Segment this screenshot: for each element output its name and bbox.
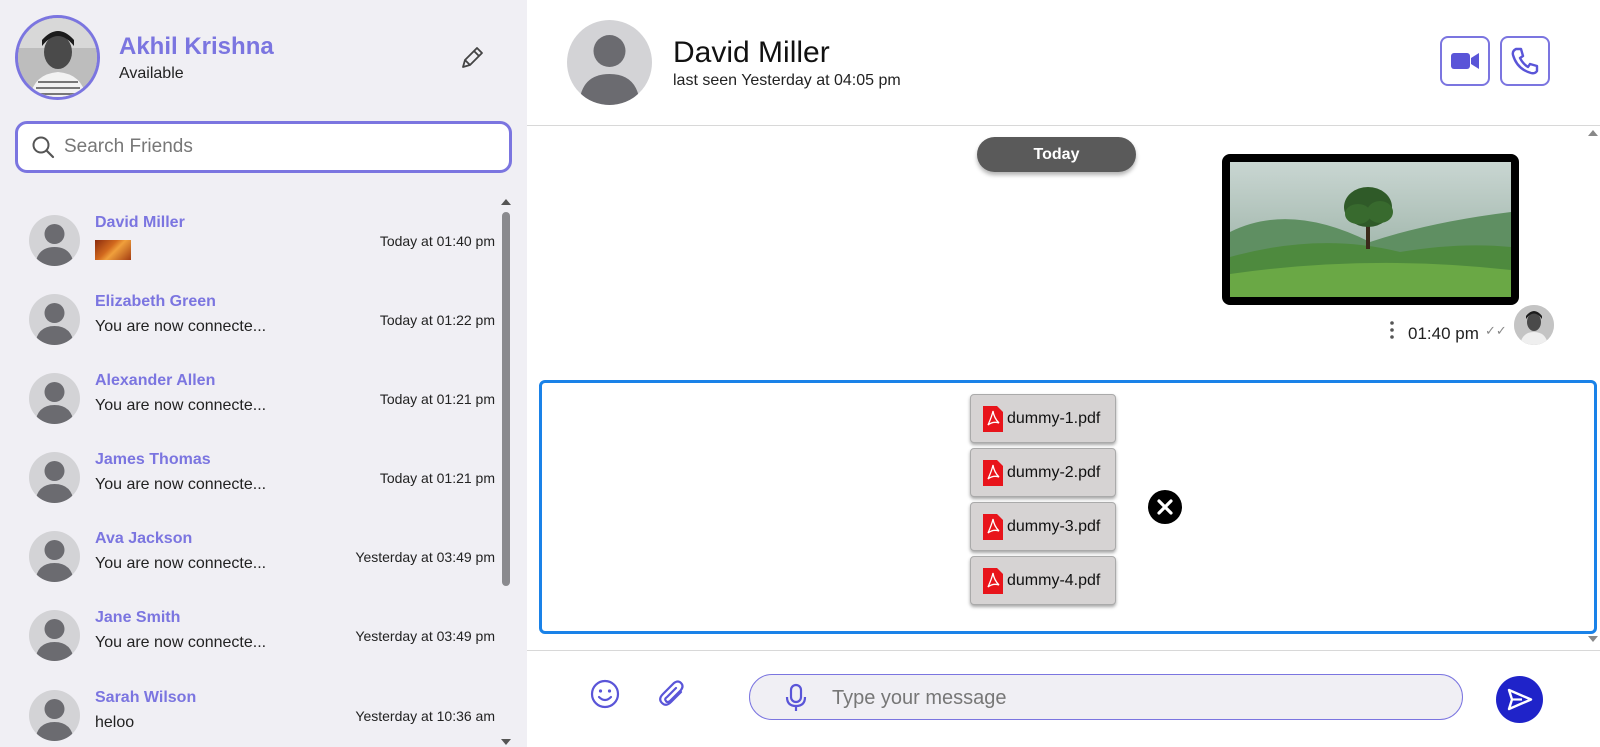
image-message[interactable] bbox=[1222, 154, 1519, 305]
friend-time: Today at 01:21 pm bbox=[379, 391, 495, 407]
avatar bbox=[29, 690, 80, 741]
kebab-icon[interactable] bbox=[1387, 320, 1397, 340]
phone-icon bbox=[1502, 47, 1548, 88]
attachment-file[interactable]: dummy-3.pdf bbox=[970, 502, 1116, 551]
chat-header: David Miller last seen Yesterday at 04:0… bbox=[527, 0, 1600, 126]
user-status: Available bbox=[119, 65, 184, 82]
friend-name: Alexander Allen bbox=[95, 372, 216, 389]
scroll-down-arrow[interactable] bbox=[501, 739, 511, 745]
search-box bbox=[15, 121, 512, 173]
close-icon[interactable] bbox=[1148, 490, 1182, 524]
friend-last-message: You are now connecte... bbox=[95, 634, 267, 651]
avatar bbox=[29, 215, 80, 266]
friend-time: Yesterday at 03:49 pm bbox=[355, 628, 495, 644]
friend-time: Yesterday at 10:36 am bbox=[355, 708, 495, 724]
friend-name: Jane Smith bbox=[95, 609, 181, 626]
friend-last-message: You are now connecte... bbox=[95, 397, 267, 414]
attachment-filename: dummy-1.pdf bbox=[1007, 410, 1101, 427]
avatar bbox=[29, 294, 80, 345]
list-item[interactable]: Alexander Allen You are now connecte... … bbox=[15, 358, 495, 436]
attachment-file[interactable]: dummy-4.pdf bbox=[970, 556, 1116, 605]
attachment-filename: dummy-2.pdf bbox=[1007, 464, 1101, 481]
friend-last-message: You are now connecte... bbox=[95, 476, 267, 493]
pdf-icon bbox=[983, 460, 1003, 486]
search-icon bbox=[30, 134, 56, 160]
friend-name: Sarah Wilson bbox=[95, 689, 197, 706]
pdf-icon bbox=[983, 406, 1003, 432]
message-box bbox=[749, 674, 1463, 720]
friend-time: Today at 01:40 pm bbox=[379, 233, 495, 249]
friend-time: Today at 01:22 pm bbox=[379, 312, 495, 328]
scroll-up-arrow[interactable] bbox=[501, 199, 511, 205]
chat-scroll-down-arrow[interactable] bbox=[1588, 636, 1598, 642]
list-item[interactable]: James Thomas You are now connecte... Tod… bbox=[15, 437, 495, 515]
friend-name: James Thomas bbox=[95, 451, 211, 468]
list-item[interactable]: David Miller Today at 01:40 pm bbox=[15, 200, 495, 278]
message-input[interactable] bbox=[832, 683, 1432, 713]
send-button[interactable] bbox=[1496, 676, 1543, 723]
date-divider: Today bbox=[977, 137, 1136, 172]
attachment-file[interactable]: dummy-2.pdf bbox=[970, 448, 1116, 497]
friend-last-message: You are now connecte... bbox=[95, 318, 267, 335]
friend-time: Today at 01:21 pm bbox=[379, 470, 495, 486]
smiley-icon[interactable] bbox=[589, 678, 621, 710]
pdf-icon bbox=[983, 568, 1003, 594]
voice-call-button[interactable] bbox=[1500, 36, 1550, 86]
friends-list: David Miller Today at 01:40 pm Elizabeth… bbox=[15, 200, 498, 747]
contact-avatar[interactable] bbox=[567, 20, 652, 105]
friend-last-message: You are now connecte... bbox=[95, 555, 267, 572]
contact-name: David Miller bbox=[673, 36, 830, 69]
user-name: Akhil Krishna bbox=[119, 33, 274, 60]
chat-scroll-up-arrow[interactable] bbox=[1588, 130, 1598, 136]
sidebar: Akhil Krishna Available Search Friends D… bbox=[0, 0, 527, 747]
search-input[interactable] bbox=[64, 132, 494, 162]
scroll-thumb[interactable] bbox=[502, 212, 510, 586]
avatar bbox=[29, 531, 80, 582]
pdf-icon bbox=[983, 514, 1003, 540]
friends-scrollbar[interactable] bbox=[500, 196, 512, 747]
attachment-filename: dummy-3.pdf bbox=[1007, 518, 1101, 535]
friend-name: David Miller bbox=[95, 214, 185, 231]
avatar bbox=[29, 452, 80, 503]
paperclip-icon[interactable] bbox=[657, 678, 689, 710]
video-camera-icon bbox=[1442, 53, 1488, 88]
user-profile: Akhil Krishna Available bbox=[15, 15, 515, 100]
list-item[interactable]: Elizabeth Green You are now connecte... … bbox=[15, 279, 495, 357]
friend-name: Elizabeth Green bbox=[95, 293, 216, 310]
friend-last-message: heloo bbox=[95, 714, 135, 731]
friend-time: Yesterday at 03:49 pm bbox=[355, 549, 495, 565]
attachment-preview: dummy-1.pdf dummy-2.pdf dummy-3.pdf dumm… bbox=[539, 380, 1597, 634]
message-area: Today 01:40 pm ✓✓ dummy-1.pdf dummy-2.pd… bbox=[527, 127, 1600, 647]
message-time: 01:40 pm bbox=[1408, 324, 1479, 343]
chat-app: Akhil Krishna Available Search Friends D… bbox=[0, 0, 1600, 747]
double-check-icon: ✓✓ bbox=[1485, 323, 1507, 338]
microphone-icon[interactable] bbox=[782, 683, 810, 713]
chat-panel: David Miller last seen Yesterday at 04:0… bbox=[527, 0, 1600, 747]
attachment-filename: dummy-4.pdf bbox=[1007, 572, 1101, 589]
avatar bbox=[29, 373, 80, 424]
attachment-file[interactable]: dummy-1.pdf bbox=[970, 394, 1116, 443]
image-thumbnail bbox=[95, 240, 131, 260]
video-call-button[interactable] bbox=[1440, 36, 1490, 86]
pencil-icon[interactable] bbox=[457, 43, 487, 73]
avatar bbox=[29, 610, 80, 661]
message-composer bbox=[527, 650, 1600, 747]
list-item[interactable]: Sarah Wilson heloo Yesterday at 10:36 am bbox=[15, 675, 495, 747]
user-avatar[interactable] bbox=[15, 15, 100, 100]
list-item[interactable]: Ava Jackson You are now connecte... Yest… bbox=[15, 516, 495, 594]
list-item[interactable]: Jane Smith You are now connecte... Yeste… bbox=[15, 595, 495, 673]
sender-avatar bbox=[1514, 305, 1554, 345]
send-icon bbox=[1496, 688, 1543, 727]
friend-name: Ava Jackson bbox=[95, 530, 193, 547]
last-seen: last seen Yesterday at 04:05 pm bbox=[673, 72, 901, 89]
